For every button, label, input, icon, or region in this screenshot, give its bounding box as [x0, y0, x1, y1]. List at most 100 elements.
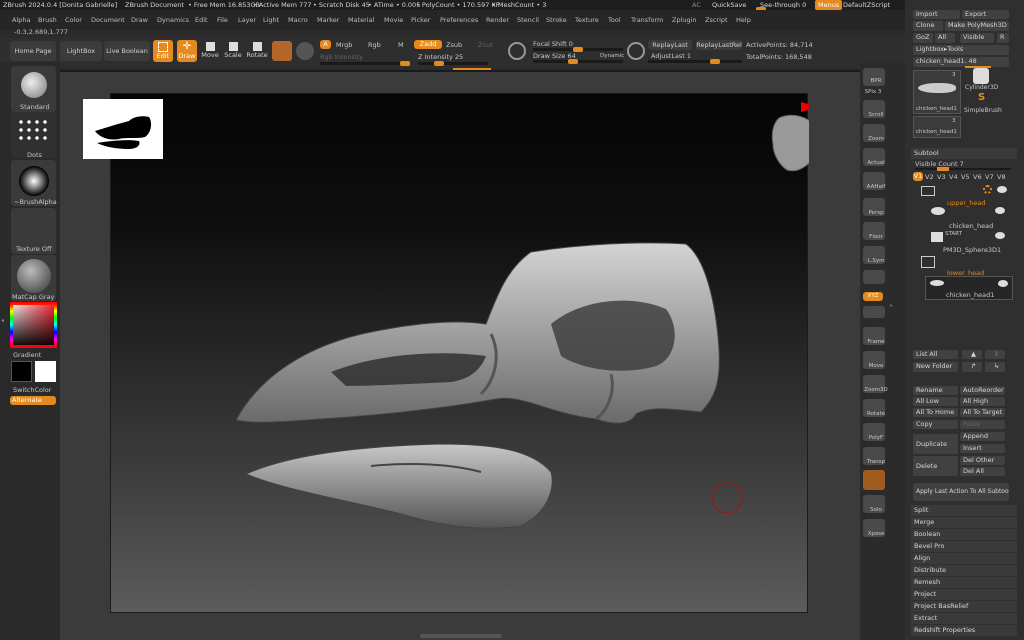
menu-help[interactable]: Help — [736, 16, 751, 24]
del-all-button[interactable]: Del All — [960, 467, 1005, 476]
left-shelf-collapse-icon[interactable]: ◂ — [1, 317, 6, 331]
move-view-button[interactable]: Move — [863, 351, 885, 369]
default-zscript-button[interactable]: DefaultZScript — [843, 1, 890, 9]
transp-button[interactable]: Transp — [863, 447, 885, 465]
local-icon[interactable] — [863, 306, 885, 318]
menu-color[interactable]: Color — [65, 16, 82, 24]
menu-tool[interactable]: Tool — [608, 16, 621, 24]
zoom-button[interactable]: Zoom — [863, 124, 885, 142]
xyz-button[interactable]: XYZ — [863, 292, 883, 301]
move-down-icon[interactable]: ⬇ — [985, 350, 1005, 359]
section-boolean[interactable]: Boolean — [911, 529, 1017, 540]
bottom-scroll-handle[interactable] — [420, 634, 502, 638]
subtool-sphere-eye-icon[interactable] — [995, 232, 1005, 239]
new-folder-button[interactable]: New Folder — [913, 362, 958, 372]
scroll-button[interactable]: Scroll — [863, 100, 885, 118]
right-shelf-collapse-icon[interactable]: ▸ — [890, 302, 895, 362]
lightbox-tools-button[interactable]: Lightbox▸Tools — [913, 45, 1009, 55]
tool-thumb-chicken-head1[interactable]: 3 chicken_head1 — [913, 70, 961, 114]
menu-preferences[interactable]: Preferences — [440, 16, 478, 24]
z-intensity-slider[interactable]: Z Intensity 25 — [418, 53, 463, 61]
subtool-header[interactable]: Subtool — [911, 148, 1017, 159]
subtool-pm3d-sphere[interactable]: PM3D_Sphere3D1 — [943, 246, 1001, 254]
focal-shift-slider[interactable]: Focal Shift 0 — [533, 40, 573, 48]
all-low-button[interactable]: All Low — [913, 397, 958, 406]
version-v1-button[interactable]: V1 — [913, 172, 923, 181]
version-v4-button[interactable]: V4 — [949, 173, 958, 181]
section-extract[interactable]: Extract — [911, 613, 1017, 624]
menu-layer[interactable]: Layer — [238, 16, 256, 24]
all-to-home-button[interactable]: All To Home — [913, 408, 958, 417]
home-page-button[interactable]: Home Page — [10, 41, 56, 61]
folder-settings-icon[interactable] — [983, 185, 992, 194]
copy-button[interactable]: Copy — [913, 420, 958, 429]
lower-folder-icon[interactable] — [921, 256, 935, 268]
aahalf-button[interactable]: AAHalf — [863, 172, 885, 190]
r-button[interactable]: R — [997, 33, 1009, 43]
menus-button[interactable]: Menus — [815, 0, 843, 10]
persp-button[interactable]: Persp — [863, 198, 885, 216]
section-project[interactable]: Project — [911, 589, 1017, 600]
current-tool-slider[interactable]: chicken_head1. 48 — [913, 57, 1009, 67]
floor-button[interactable]: Floor — [863, 222, 885, 240]
solo-button[interactable]: Solo — [863, 495, 885, 513]
section-merge[interactable]: Merge — [911, 517, 1017, 528]
lsym-button[interactable]: L.Sym — [863, 246, 885, 264]
section-redshift-properties[interactable]: Redshift Properties — [911, 625, 1017, 636]
import-button[interactable]: Import — [913, 10, 960, 19]
draw-size-track[interactable] — [533, 59, 623, 64]
all-to-target-button[interactable]: All To Target — [960, 408, 1005, 417]
a-button[interactable]: A — [320, 40, 331, 49]
visible-count-track[interactable] — [915, 167, 1011, 171]
polyf-button[interactable]: PolyF — [863, 423, 885, 441]
menu-edit[interactable]: Edit — [195, 16, 208, 24]
menu-movie[interactable]: Movie — [384, 16, 403, 24]
list-all-button[interactable]: List All — [913, 350, 958, 359]
version-v3-button[interactable]: V3 — [937, 173, 946, 181]
head-orientation-widget[interactable] — [771, 114, 819, 172]
adjust-last-track[interactable] — [648, 59, 742, 64]
rgb-button[interactable]: Rgb — [368, 41, 381, 49]
arrow-up-right-icon[interactable]: ↱ — [962, 362, 982, 372]
tool-thumb-chicken-head1-small[interactable]: 3 chicken_head1 — [913, 116, 961, 138]
delete-button[interactable]: Delete — [913, 456, 958, 476]
version-v6-button[interactable]: V6 — [973, 173, 982, 181]
rotate-button[interactable]: Rotate — [246, 40, 268, 62]
ghost-button[interactable] — [863, 470, 885, 490]
version-v7-button[interactable]: V7 — [985, 173, 994, 181]
zadd-button[interactable]: Zadd — [414, 40, 442, 49]
folder-eye-icon[interactable] — [997, 186, 1007, 193]
switch-color-button[interactable]: SwitchColor — [13, 386, 51, 394]
menu-draw[interactable]: Draw — [131, 16, 148, 24]
live-boolean-button[interactable]: Live Boolean — [104, 41, 150, 61]
scale-button[interactable]: Scale — [223, 40, 243, 62]
menu-stroke[interactable]: Stroke — [546, 16, 567, 24]
bpr-button[interactable]: BPR — [863, 68, 885, 86]
make-polymesh-button[interactable]: Make PolyMesh3D — [945, 21, 1009, 31]
secondary-color-swatch[interactable] — [35, 361, 56, 382]
move-up-icon[interactable]: ▲ — [962, 350, 982, 359]
frame-button[interactable]: Frame — [863, 327, 885, 345]
edit-button[interactable]: Edit — [153, 40, 173, 62]
material-swatch[interactable] — [272, 41, 292, 61]
zsub-button[interactable]: Zsub — [446, 41, 462, 49]
menu-document[interactable]: Document — [91, 16, 125, 24]
xpose-button[interactable]: Xpose — [863, 519, 885, 537]
menu-zscript[interactable]: Zscript — [705, 16, 728, 24]
adjust-last-slider[interactable]: AdjustLast 1 — [651, 52, 691, 60]
simplebrush-icon[interactable]: S — [978, 93, 988, 103]
lightbox-button[interactable]: LightBox — [60, 41, 102, 61]
menu-texture[interactable]: Texture — [575, 16, 599, 24]
rotate-view-button[interactable]: Rotate — [863, 399, 885, 417]
section-distribute[interactable]: Distribute — [911, 565, 1017, 576]
rename-button[interactable]: Rename — [913, 386, 958, 395]
all-button[interactable]: All — [935, 33, 955, 43]
cylinder3d-label[interactable]: Cylinder3D — [965, 84, 998, 91]
subtool-sphere-thumb[interactable] — [931, 232, 943, 242]
version-v8-button[interactable]: V8 — [997, 173, 1006, 181]
document-canvas[interactable] — [110, 93, 836, 613]
subtool-eye-icon[interactable] — [995, 207, 1005, 214]
append-button[interactable]: Append — [960, 432, 1005, 441]
chicken-jaw-model[interactable] — [244, 443, 553, 529]
subtool-chicken-head-thumb[interactable] — [931, 207, 945, 215]
